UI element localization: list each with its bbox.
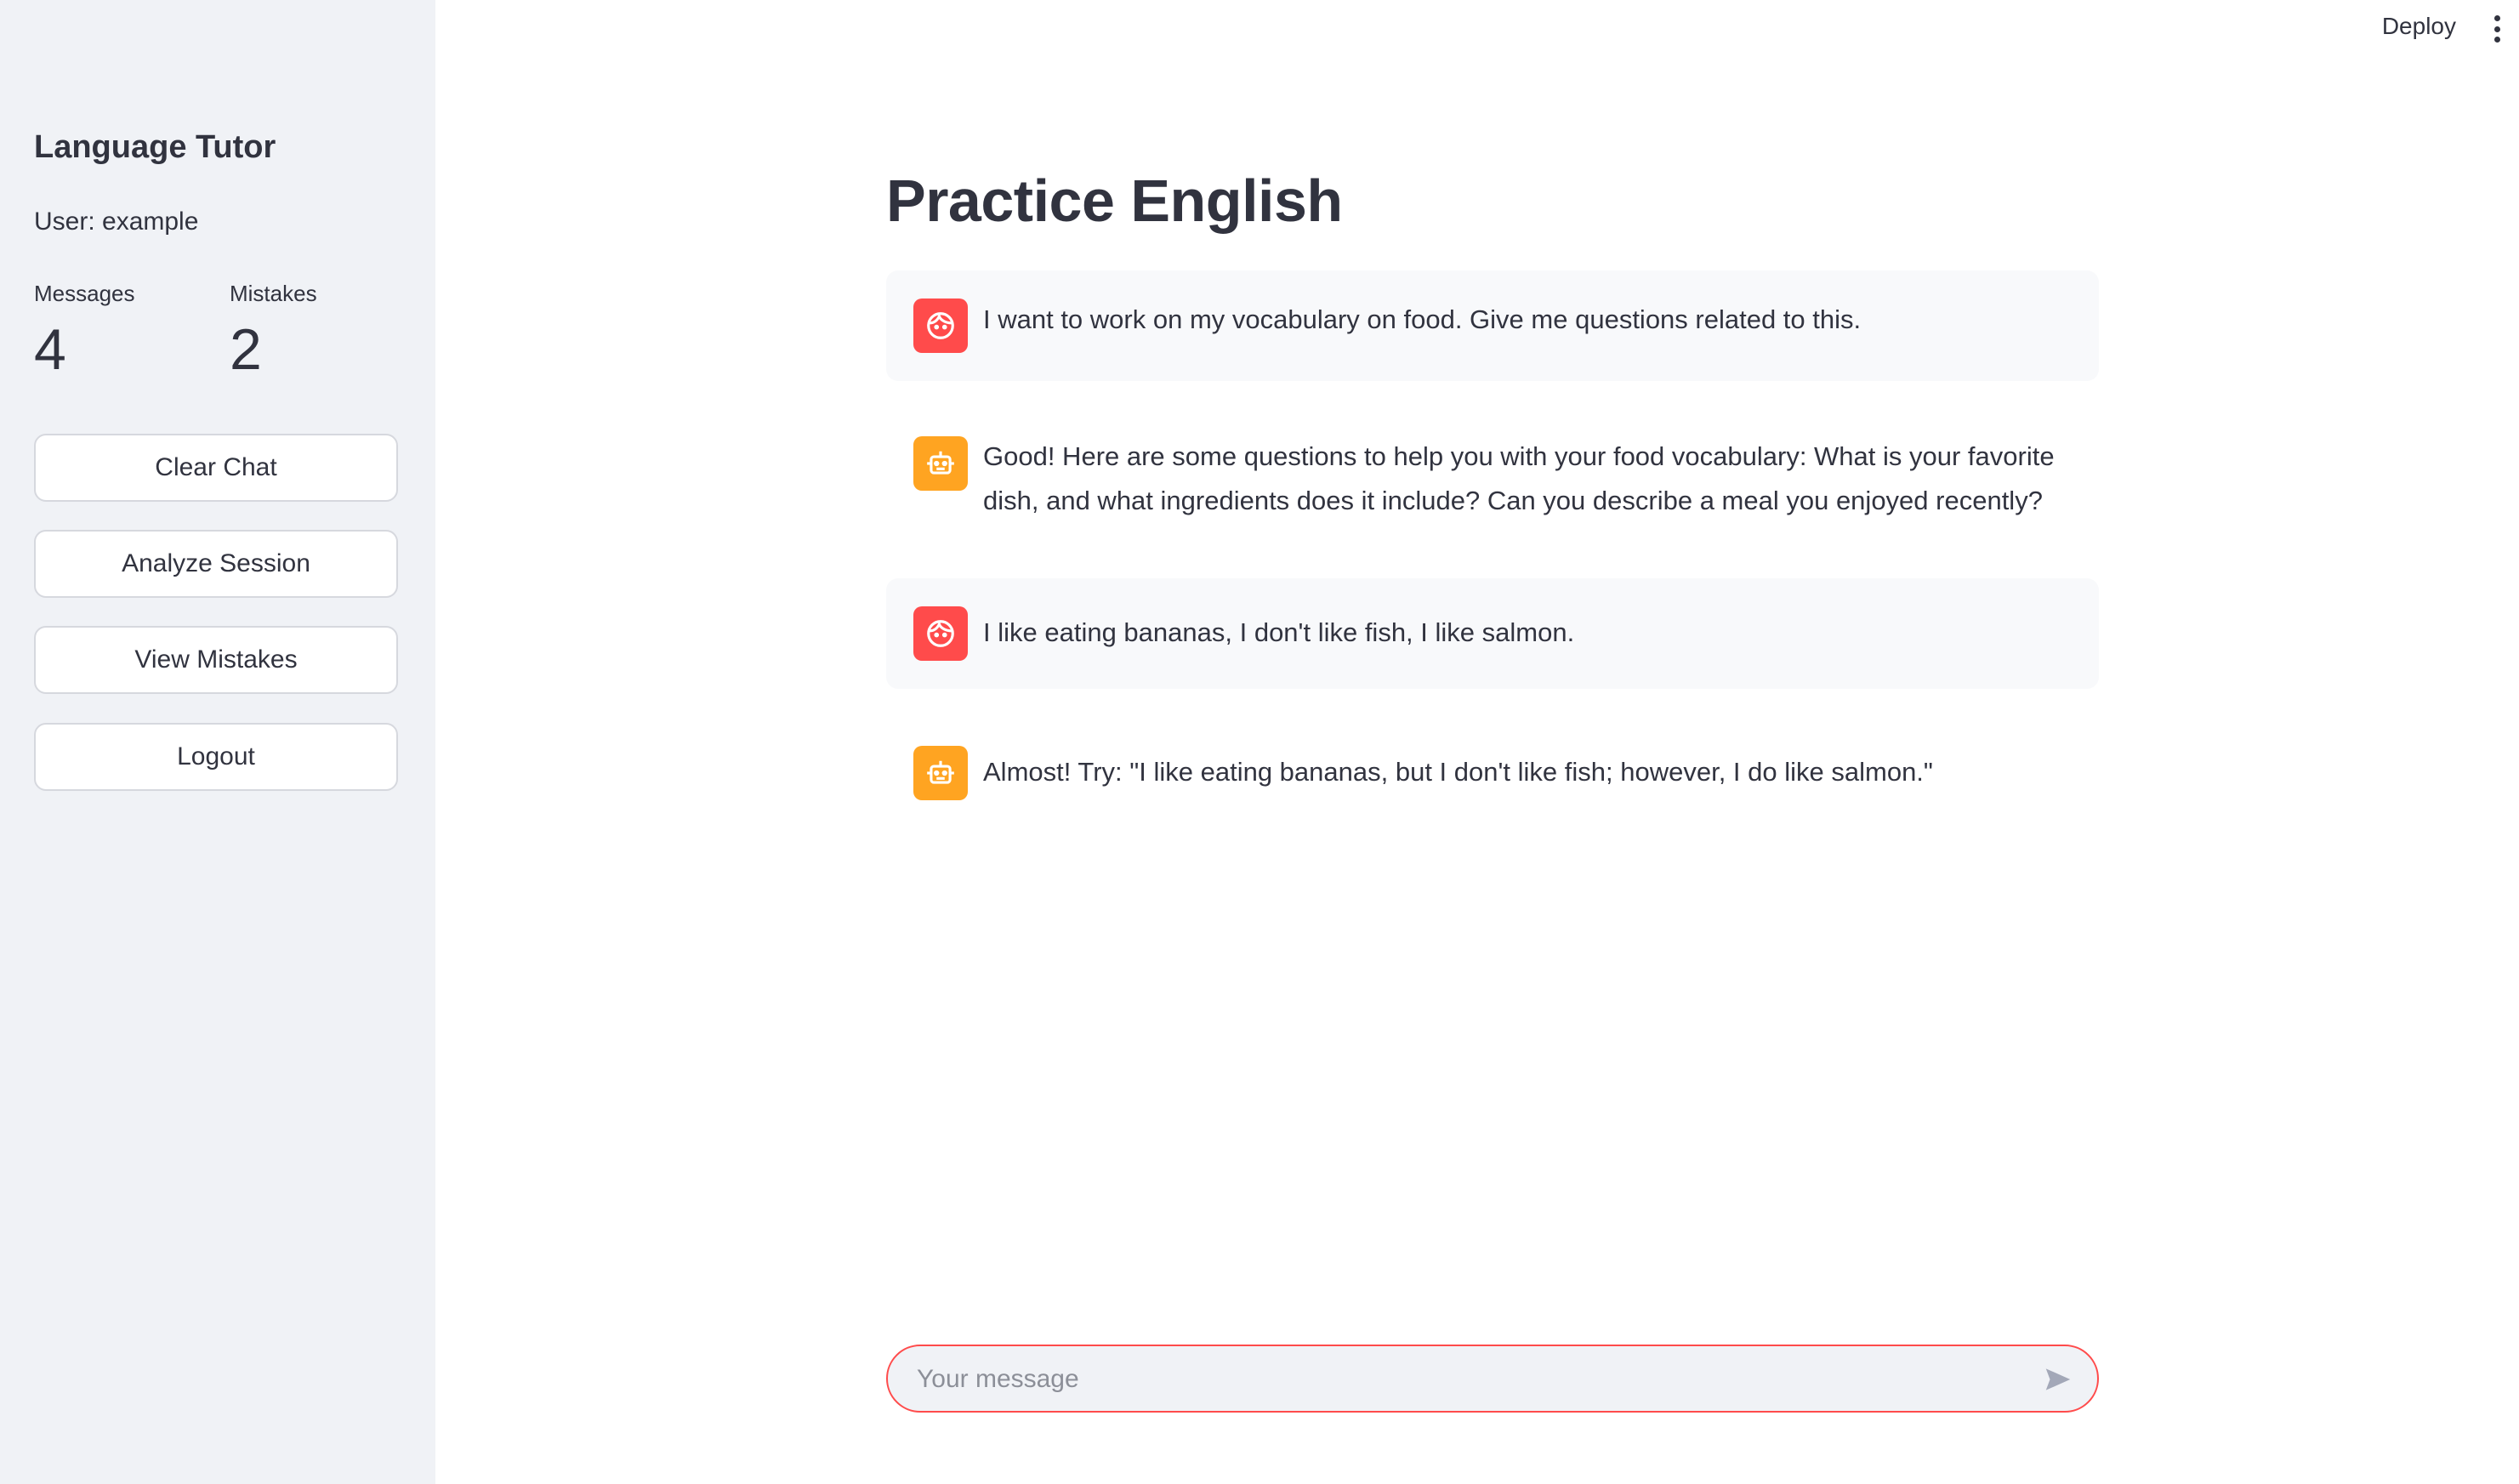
sidebar-title: Language Tutor bbox=[34, 129, 276, 165]
analyze-session-button[interactable]: Analyze Session bbox=[34, 530, 398, 598]
user-face-icon bbox=[913, 299, 968, 353]
user-label: User: example bbox=[34, 208, 199, 236]
metric-label: Mistakes bbox=[230, 281, 317, 306]
send-icon[interactable] bbox=[2041, 1363, 2075, 1396]
page-title: Practice English bbox=[886, 168, 1343, 234]
view-mistakes-button[interactable]: View Mistakes bbox=[34, 626, 398, 694]
chat-message-assistant: Good! Here are some questions to help yo… bbox=[886, 414, 2099, 550]
robot-icon bbox=[913, 746, 968, 800]
message-input[interactable] bbox=[915, 1346, 2024, 1413]
metric-value: 4 bbox=[34, 317, 66, 382]
chat-message-user: I want to work on my vocabulary on food.… bbox=[886, 270, 2099, 381]
message-text: I like eating bananas, I don't like fish… bbox=[983, 617, 1575, 647]
menu-dot bbox=[2493, 26, 2500, 32]
user-face-icon bbox=[913, 606, 968, 661]
main-menu-icon[interactable] bbox=[2490, 15, 2504, 43]
logout-button[interactable]: Logout bbox=[34, 723, 398, 791]
robot-icon bbox=[913, 436, 968, 491]
chat-input-container bbox=[886, 1345, 2099, 1413]
clear-chat-button[interactable]: Clear Chat bbox=[34, 434, 398, 502]
metric-value: 2 bbox=[230, 317, 262, 382]
sidebar: Language Tutor User: example Messages 4 … bbox=[0, 0, 435, 1484]
app-root: Language Tutor User: example Messages 4 … bbox=[0, 0, 2519, 1484]
messages-metric: Messages 4 bbox=[34, 281, 135, 378]
deploy-button[interactable]: Deploy bbox=[2382, 13, 2456, 40]
menu-dot bbox=[2493, 15, 2500, 21]
metric-label: Messages bbox=[34, 281, 135, 306]
menu-dot bbox=[2493, 37, 2500, 43]
chat-message-user: I like eating bananas, I don't like fish… bbox=[886, 578, 2099, 689]
message-text: Good! Here are some questions to help yo… bbox=[983, 441, 2055, 515]
mistakes-metric: Mistakes 2 bbox=[230, 281, 317, 378]
message-text: Almost! Try: "I like eating bananas, but… bbox=[983, 757, 1933, 787]
chat-message-assistant: Almost! Try: "I like eating bananas, but… bbox=[886, 719, 2099, 829]
message-text: I want to work on my vocabulary on food.… bbox=[983, 304, 1862, 334]
